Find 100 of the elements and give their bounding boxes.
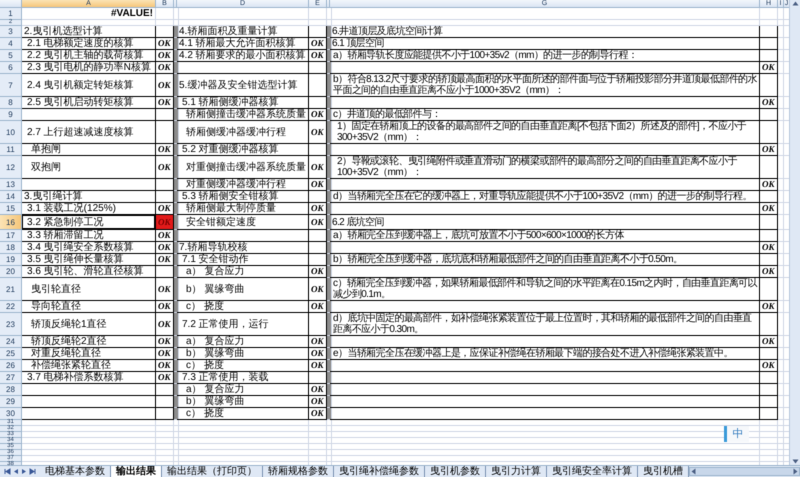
table-cell: 6.2 底坑空间 [330, 215, 760, 230]
table-cell: b）符合8.13.2尺寸要求的轿顶最高面积的水平面所述的部件面与位于轿厢投影部分井道顶最低部件的水平面之间的自由垂直距离不应小于1000+35V2（mm）： [330, 74, 760, 97]
table-cell: 对重侧缓冲器缓冲行程 [177, 179, 309, 191]
previous-sheet-icon[interactable] [13, 468, 19, 475]
next-sheet-icon[interactable] [21, 468, 27, 475]
table-cell: OK [760, 242, 778, 254]
table-cell: 2）导靴或滚轮、曳引绳附件或垂直滑动门的横梁或部件的最高部分之间的自由垂直距离不应小于100+35V2（mm）： [330, 156, 760, 179]
table-cell: OK [760, 62, 778, 74]
table-cell: 2.曳引机选型计算 [22, 26, 156, 38]
row-number[interactable]: 14 [0, 191, 22, 203]
table-cell: c）井道顶的最低部件与： [330, 109, 760, 121]
table-cell: 7.3 正常使用，装载 [177, 372, 309, 384]
table-cell: 3.5 曳引绳伸长量核算 [22, 254, 156, 266]
table-cell: b） 翼缘弯曲 [177, 278, 309, 301]
table-cell: 4.2 轿厢要求的最小面积核算 [177, 50, 309, 62]
table-cell: a）轿厢导轨长度应能提供不小于100+35v2（mm）的进一步的制导行程： [330, 50, 760, 62]
row-number[interactable]: 22 [0, 301, 22, 313]
table-cell: OK [760, 97, 778, 109]
row-number[interactable]: 3 [0, 26, 22, 38]
scroll-right-icon[interactable] [792, 468, 799, 475]
row-number[interactable]: 7 [0, 74, 22, 97]
table-cell: 导向轮直径 [22, 301, 156, 313]
table-cell: a） 复合应力 [177, 384, 309, 396]
table-cell: 2.7 上行超速减速度核算 [22, 121, 156, 144]
table-cell: 双抱闸 [22, 156, 156, 179]
row-number[interactable]: 11 [0, 144, 22, 156]
row-number[interactable]: 18 [0, 242, 22, 254]
table-cell: OK [760, 360, 778, 372]
row-number[interactable]: 30 [0, 408, 22, 420]
table-cell: OK [760, 203, 778, 215]
table-cell: 对重反绳轮直径 [22, 348, 156, 360]
table-cell: 4.轿厢面积及重量计算 [177, 26, 309, 38]
table-cell: 2.1 电梯额定速度的核算 [22, 38, 156, 50]
table-cell: OK [156, 215, 174, 230]
table-cell: 轿厢侧缓冲器缓冲行程 [177, 121, 309, 144]
row-number[interactable]: 13 [0, 179, 22, 191]
row-number[interactable]: 19 [0, 254, 22, 266]
table-cell: c）轿厢完全压到缓冲器，如果轿厢最低部件和导轨之间的水平距离在0.15m之内时，自由垂直距离可以减少到0.1m。 [330, 278, 760, 301]
horizontal-scrollbar[interactable] [689, 467, 800, 476]
row-number[interactable]: 15 [0, 203, 22, 215]
row-number[interactable]: 25 [0, 348, 22, 360]
table-cell: OK [760, 301, 778, 313]
table-cell: 2.4 曳引机额定转矩核算 [22, 74, 156, 97]
scroll-up-icon[interactable] [792, 0, 798, 7]
table-cell: 2.3 曳引电机的静功率N核算 [22, 62, 156, 74]
row-number[interactable]: 24 [0, 336, 22, 348]
row-number[interactable]: 27 [0, 372, 22, 384]
row-number[interactable]: 17 [0, 230, 22, 242]
table-cell: 5.1 轿厢侧缓冲器核算 [177, 97, 309, 109]
table-cell: 2.5 曳引机启动转矩核算 [22, 97, 156, 109]
table-cell: 4.1 轿厢最大允许面积核算 [177, 38, 309, 50]
row-number[interactable]: 5 [0, 50, 22, 62]
table-cell: d）底坑中固定的最高部件，如补偿绳张紧装置位于最上位置时，其和轿厢的最低部件之间的自由垂直距离不应小于0.30m。 [330, 313, 760, 336]
table-cell: b）轿厢完全压到缓冲器，底坑底和轿厢最低部件之间的自由垂直距离不小于0.50m。 [330, 254, 760, 266]
table-cell: OK [760, 266, 778, 278]
row-number[interactable]: 6 [0, 62, 22, 74]
table-cell: OK [760, 144, 778, 156]
table-cell: 5.2 对重侧缓冲器核算 [177, 144, 309, 156]
table-cell: 7.2 正常使用，运行 [177, 313, 309, 336]
table-cell: 3.曳引绳计算 [22, 191, 156, 203]
table-cell: 3.6 曳引轮、滑轮直径核算 [22, 266, 156, 278]
table-cell: OK [760, 179, 778, 191]
row-number[interactable]: 23 [0, 313, 22, 336]
table-cell: 6.井道顶层及底坑空间计算 [330, 26, 760, 38]
table-cell: 1）固定在轿厢顶上的设备的最高部件之间的自由垂直距离[不包括下面2）所述及的部件]，不应小于300+35V2（mm）： [330, 121, 760, 144]
row-number[interactable]: 21 [0, 278, 22, 301]
table-cell: b） 翼缘弯曲 [177, 396, 309, 408]
ime-indicator[interactable]: 中 [724, 426, 749, 442]
table-cell: a） 复合应力 [177, 266, 309, 278]
row-number[interactable]: 4 [0, 38, 22, 50]
table-cell: c） 挠度 [177, 301, 309, 313]
row-number[interactable]: 9 [0, 109, 22, 121]
table-cell: b） 翼缘弯曲 [177, 348, 309, 360]
table-cell: a） 复合应力 [177, 336, 309, 348]
row-number[interactable]: 29 [0, 396, 22, 408]
table-cell: 轿顶反绳轮1直径 [22, 313, 156, 336]
row-number[interactable]: 1 [0, 8, 22, 20]
row-number[interactable]: 8 [0, 97, 22, 109]
table-cell: 曳引轮直径 [22, 278, 156, 301]
vertical-scrollbar[interactable] [789, 0, 800, 465]
table-cell: 3.4 曳引绳安全系数核算 [22, 242, 156, 254]
table-cell: 补偿绳张紧轮直径 [22, 360, 156, 372]
row-number[interactable]: 10 [0, 121, 22, 144]
row-number[interactable]: 28 [0, 384, 22, 396]
table-cell: 3.1 装载工况(125%) [22, 203, 156, 215]
table-cell: e）当轿厢完全压在缓冲器上是，应保证补偿绳在轿厢最下端的接合处不进入补偿绳张紧装置中。 [330, 348, 760, 360]
first-sheet-icon[interactable] [4, 468, 11, 475]
table-cell: 对重侧撞击缓冲器系统质量 [177, 156, 309, 179]
table-cell: 3.2 紧急制停工况 [22, 215, 156, 230]
row-number[interactable]: 16 [0, 215, 22, 230]
row-number[interactable]: 20 [0, 266, 22, 278]
table-cell: 7.1 安全钳动作 [177, 254, 309, 266]
sheet-tab[interactable]: 输出结果 [111, 466, 162, 477]
table-cell: 2.2 曳引机主轴的载荷核算 [22, 50, 156, 62]
table-cell: 单抱闸 [22, 144, 156, 156]
table-cell: 轿厢侧撞击缓冲器系统质量 [177, 109, 309, 121]
row-number[interactable]: 12 [0, 156, 22, 179]
last-sheet-icon[interactable] [29, 468, 36, 475]
scroll-left-icon[interactable] [690, 468, 697, 475]
row-number[interactable]: 26 [0, 360, 22, 372]
